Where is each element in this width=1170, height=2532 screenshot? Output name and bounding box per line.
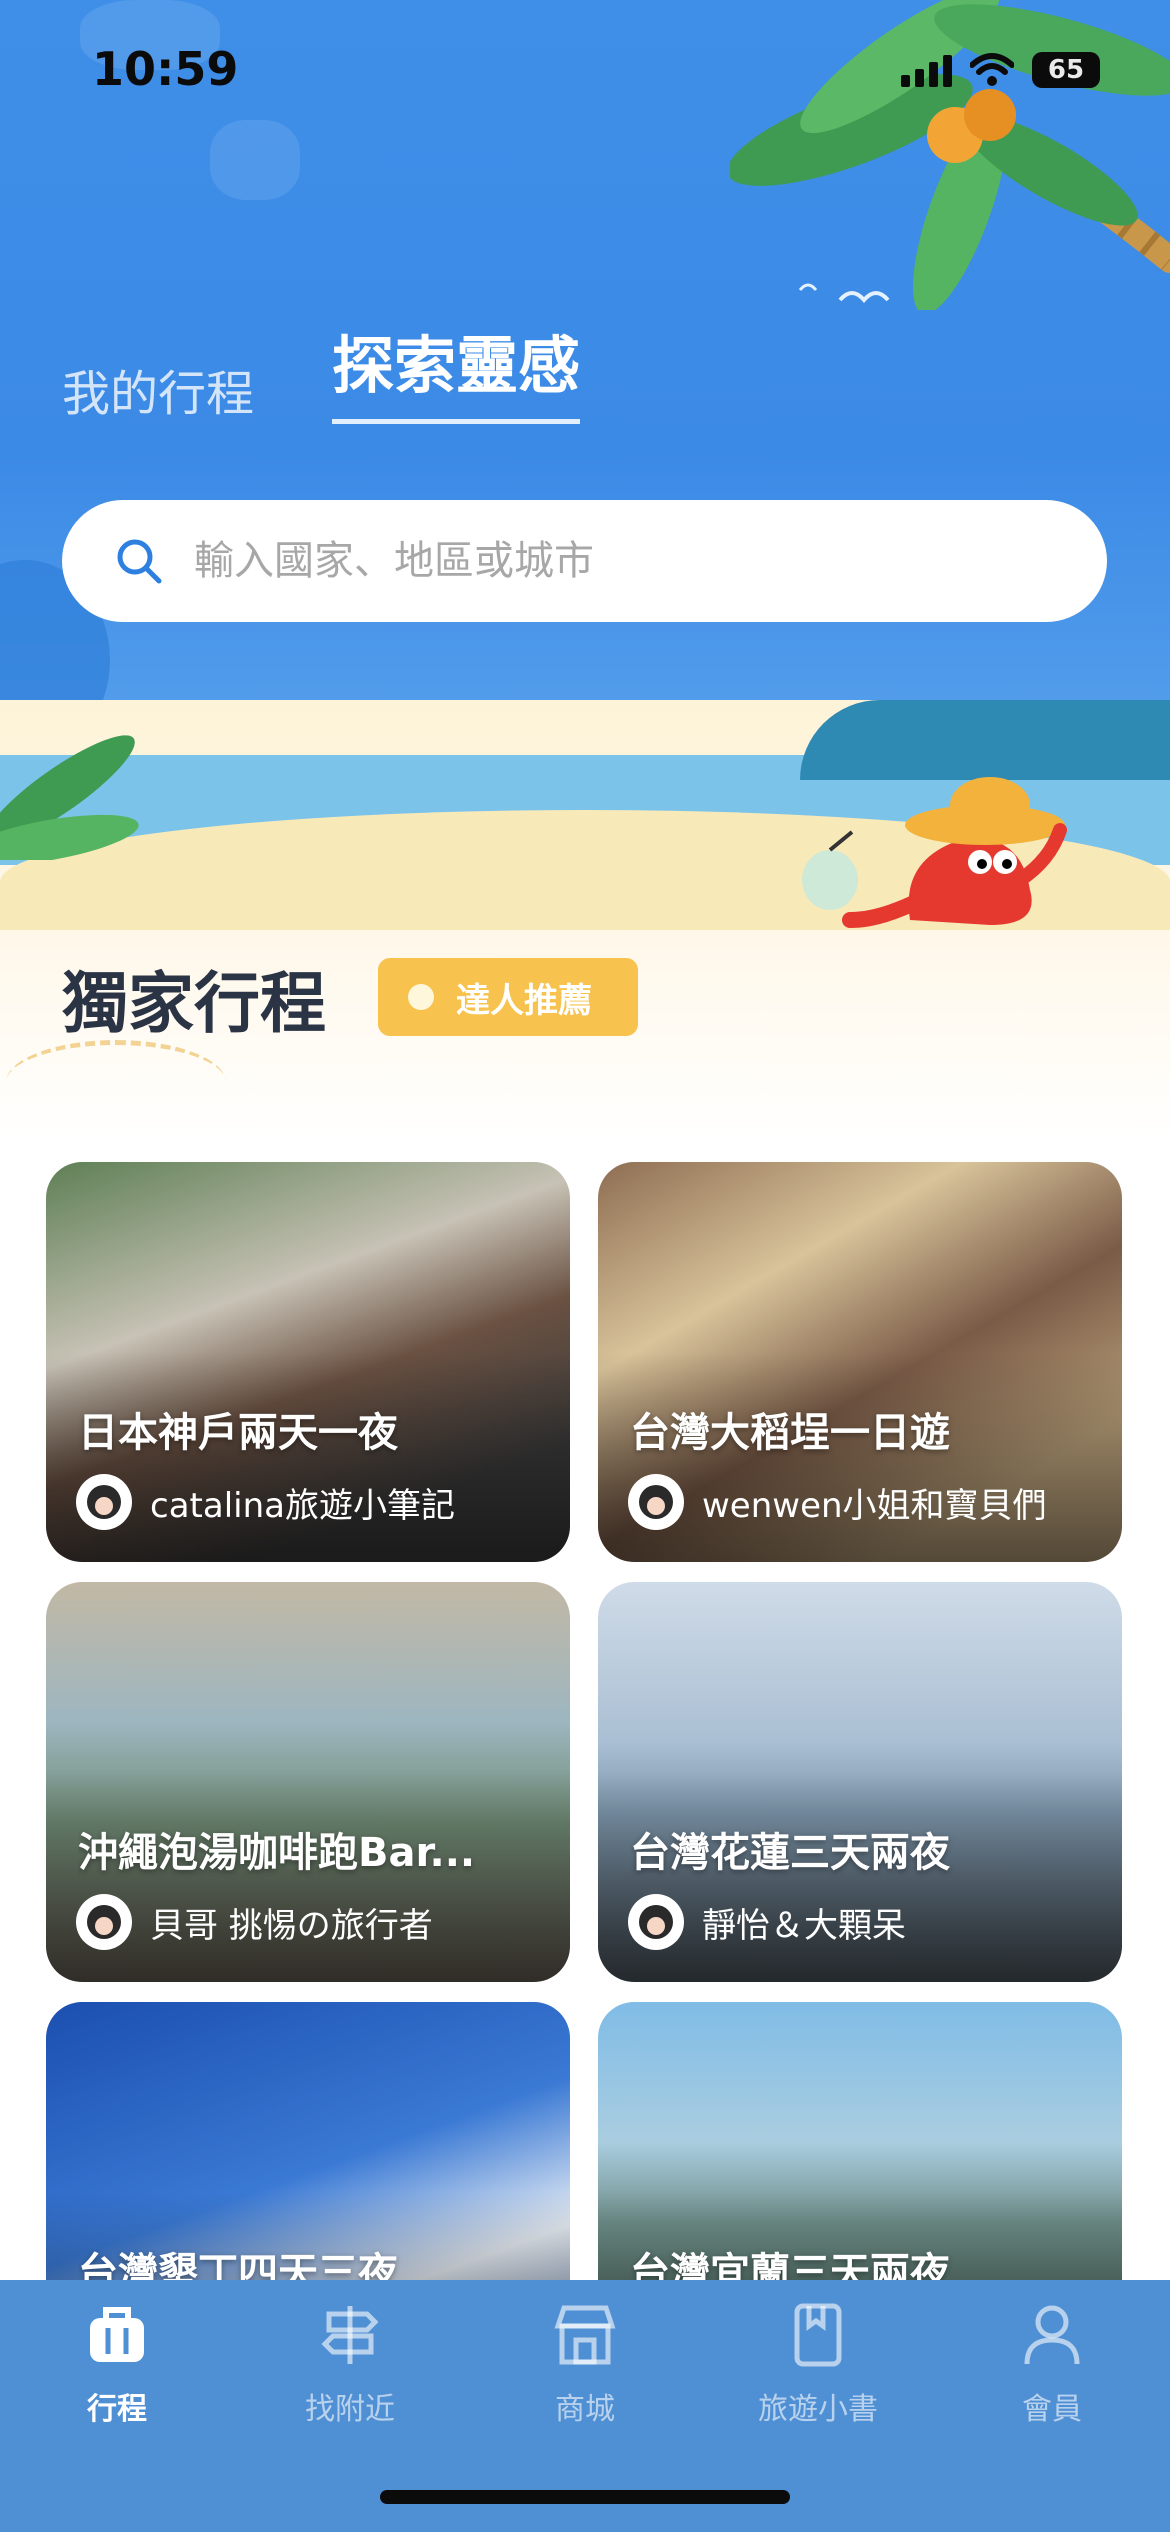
signpost-icon [321, 2306, 379, 2364]
card-title: 台灣大稻埕一日遊 [630, 1410, 950, 1456]
badge-label: 達人推薦 [456, 980, 592, 1021]
leaf-decoration [0, 735, 139, 860]
author-name: 靜怡＆大顆呆 [702, 1905, 906, 1946]
card-title: 日本神戶兩天一夜 [78, 1410, 398, 1456]
person-icon [1024, 2305, 1080, 2365]
book-icon [794, 2303, 842, 2367]
shop-icon [554, 2305, 616, 2365]
trip-card[interactable]: 沖繩泡湯咖啡跑Bar... 貝哥 挑惕の旅行者 [46, 1582, 570, 1982]
signal-icon [901, 53, 952, 87]
luggage-icon [90, 2307, 144, 2362]
wifi-icon [970, 53, 1014, 86]
explore-screen: 10:59 65 我的行程 探索靈感 輸入國家、地區或城市 獨家行程 達人推薦 … [0, 0, 1170, 2532]
dashed-path-decoration [6, 1040, 226, 1125]
tab-bar-shop[interactable]: 商城 [485, 2300, 685, 2428]
trip-card[interactable]: 日本神戶兩天一夜 catalina旅遊小筆記 [46, 1162, 570, 1562]
search-icon [117, 539, 162, 584]
trip-card[interactable]: 台灣大稻埕一日遊 wenwen小姐和寶貝們 [598, 1162, 1122, 1562]
section-title: 獨家行程 [62, 965, 326, 1042]
bottom-tab-bar: 行程 找附近 商城 旅遊小書 會員 [0, 2280, 1170, 2532]
status-bar: 10:59 65 [0, 0, 1170, 140]
status-time: 10:59 [92, 42, 239, 96]
tab-bar-label: 商城 [555, 2392, 615, 2427]
tab-bar-trips[interactable]: 行程 [17, 2300, 217, 2428]
top-tabs: 我的行程 探索靈感 [62, 315, 581, 424]
card-author: 貝哥 挑惕の旅行者 [76, 1894, 433, 1950]
search-input[interactable] [192, 537, 1076, 585]
card-author: 靜怡＆大顆呆 [628, 1894, 906, 1950]
expert-recommend-badge: 達人推薦 [378, 958, 638, 1036]
status-icons: 65 [901, 52, 1100, 88]
tab-bar-travel-book[interactable]: 旅遊小書 [718, 2300, 918, 2428]
tab-bar-label: 找附近 [305, 2392, 395, 2427]
avatar [628, 1894, 684, 1950]
card-title: 沖繩泡湯咖啡跑Bar... [78, 1830, 476, 1876]
author-name: 貝哥 挑惕の旅行者 [150, 1905, 433, 1946]
avatar [76, 1894, 132, 1950]
trip-card[interactable]: 台灣花蓮三天兩夜 靜怡＆大顆呆 [598, 1582, 1122, 1982]
tab-explore[interactable]: 探索靈感 [332, 315, 581, 424]
avatar [76, 1474, 132, 1530]
card-title: 台灣花蓮三天兩夜 [630, 1830, 950, 1876]
tab-my-trips[interactable]: 我的行程 [62, 354, 254, 424]
home-indicator [380, 2490, 790, 2504]
author-name: wenwen小姐和寶貝們 [702, 1485, 1047, 1526]
battery-indicator: 65 [1032, 52, 1100, 88]
card-author: wenwen小姐和寶貝們 [628, 1474, 1047, 1530]
tab-bar-label: 行程 [87, 2392, 147, 2427]
tab-bar-label: 旅遊小書 [758, 2392, 878, 2427]
avatar [628, 1474, 684, 1530]
tab-bar-label: 會員 [1022, 2392, 1082, 2427]
tab-bar-member[interactable]: 會員 [952, 2300, 1152, 2428]
tag-hole-icon [408, 984, 434, 1010]
tab-bar-nearby[interactable]: 找附近 [250, 2300, 450, 2428]
author-name: catalina旅遊小筆記 [150, 1485, 455, 1526]
search-bar[interactable] [62, 500, 1107, 622]
card-author: catalina旅遊小筆記 [76, 1474, 455, 1530]
mascot-illustration [802, 777, 1067, 928]
